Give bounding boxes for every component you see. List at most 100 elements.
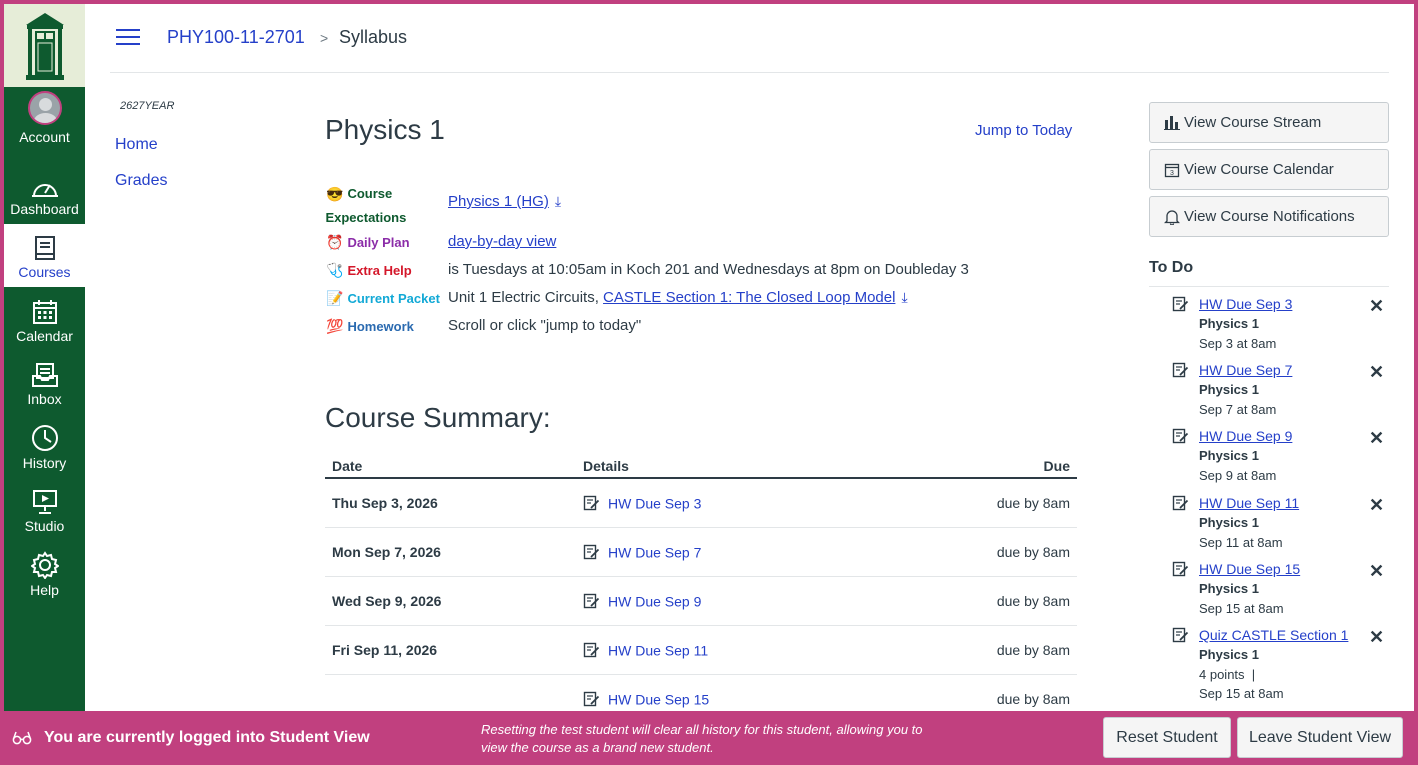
history-icon (31, 425, 58, 451)
nav-dashboard-label: Dashboard (10, 201, 79, 217)
student-view-message: You are currently logged into Student Vi… (44, 729, 370, 746)
calendar-icon (32, 300, 57, 324)
leave-student-view-button[interactable]: Leave Student View (1237, 717, 1403, 758)
table-row: Wed Sep 9, 2026 HW Due Sep 9 due by 8am (325, 576, 1077, 626)
info-value-daily-plan: day-by-day view (448, 233, 556, 250)
todo-course: Physics 1 (1199, 448, 1259, 463)
nav-help[interactable]: Help (4, 542, 85, 605)
table-row: Fri Sep 11, 2026 HW Due Sep 11 due by 8a… (325, 625, 1077, 675)
todo-date: Sep 7 at 8am (1199, 402, 1277, 417)
info-label-extra-help: 🩺 Extra Help (326, 262, 412, 278)
breadcrumb-course[interactable]: PHY100-11-2701 (167, 27, 305, 48)
hamburger-bar (116, 43, 140, 45)
info-value-expectations: Physics 1 (HG) ⤓ (448, 193, 561, 210)
nav-calendar[interactable]: Calendar (4, 288, 85, 351)
dismiss-close-icon[interactable]: ✕ (1369, 628, 1384, 646)
castle-section-link[interactable]: CASTLE Section 1: The Closed Loop Model (603, 289, 895, 306)
door-logo-icon (25, 12, 64, 80)
course-nav-grades[interactable]: Grades (115, 172, 167, 190)
todo-item: HW Due Sep 15 Physics 1 Sep 15 at 8am ✕ (1172, 561, 1389, 627)
view-course-calendar-button[interactable]: 3 View Course Calendar (1149, 149, 1389, 190)
page-header: PHY100-11-2701 > Syllabus (110, 4, 1389, 73)
student-view-bar: You are currently logged into Student Vi… (0, 711, 1418, 765)
assignment-link[interactable]: HW Due Sep 9 (608, 593, 701, 609)
column-header-details: Details (576, 454, 885, 479)
assignment-icon (1172, 495, 1189, 511)
column-header-due: Due (884, 454, 1077, 479)
nav-inbox-label: Inbox (27, 391, 62, 407)
table-row: HW Due Sep 15 due by 8am (325, 674, 1077, 711)
dismiss-close-icon[interactable]: ✕ (1369, 496, 1384, 514)
nav-courses[interactable]: Courses (4, 224, 85, 287)
glasses-icon (12, 731, 32, 745)
assignment-icon (583, 642, 600, 658)
info-label-expectations: 😎 Course Expectations (325, 182, 406, 230)
bell-icon (1164, 209, 1180, 225)
download-icon[interactable]: ⤓ (555, 193, 561, 210)
app-frame: Account Dashboard Courses Calendar Inbox… (4, 4, 1414, 711)
row-due: due by 8am (884, 527, 1077, 577)
nav-studio[interactable]: Studio (4, 478, 85, 541)
column-header-date: Date (325, 454, 576, 479)
assignment-icon (1172, 428, 1189, 444)
info-value-homework: Scroll or click "jump to today" (448, 317, 642, 334)
row-details: HW Due Sep 3 (576, 478, 885, 528)
row-date: Wed Sep 9, 2026 (325, 576, 576, 626)
row-date (325, 674, 576, 711)
assignment-link[interactable]: HW Due Sep 15 (608, 691, 709, 707)
assignment-icon (1172, 296, 1189, 312)
row-due: due by 8am (884, 478, 1077, 528)
todo-course: Physics 1 (1199, 515, 1259, 530)
course-summary-title: Course Summary: (325, 402, 551, 433)
dismiss-close-icon[interactable]: ✕ (1369, 562, 1384, 580)
row-due: due by 8am (884, 625, 1077, 675)
todo-course: Physics 1 (1199, 647, 1259, 662)
assignment-link[interactable]: HW Due Sep 7 (608, 544, 701, 560)
row-date: Thu Sep 3, 2026 (325, 478, 576, 528)
todo-link[interactable]: HW Due Sep 7 (1199, 362, 1292, 378)
reset-student-button[interactable]: Reset Student (1103, 717, 1231, 758)
todo-link[interactable]: HW Due Sep 9 (1199, 428, 1292, 444)
jump-to-today-link[interactable]: Jump to Today (975, 122, 1072, 139)
todo-link[interactable]: HW Due Sep 11 (1199, 495, 1299, 511)
assignment-link[interactable]: HW Due Sep 11 (608, 642, 708, 658)
todo-item: HW Due Sep 3 Physics 1 Sep 3 at 8am ✕ (1172, 296, 1389, 362)
download-icon[interactable]: ⤓ (901, 289, 907, 306)
todo-link[interactable]: HW Due Sep 15 (1199, 561, 1300, 577)
row-details: HW Due Sep 7 (576, 527, 885, 577)
assignment-icon (583, 496, 600, 511)
dismiss-close-icon[interactable]: ✕ (1369, 297, 1384, 315)
row-details: HW Due Sep 11 (576, 625, 885, 675)
row-date: Mon Sep 7, 2026 (325, 527, 576, 577)
table-row: Thu Sep 3, 2026 HW Due Sep 3 due by 8am (325, 478, 1077, 528)
school-logo[interactable] (4, 4, 85, 87)
todo-item: HW Due Sep 11 Physics 1 Sep 11 at 8am ✕ (1172, 495, 1389, 561)
expectations-file-link[interactable]: Physics 1 (HG) (448, 193, 549, 210)
svg-text:3: 3 (1170, 170, 1174, 177)
course-menu-toggle[interactable] (116, 29, 140, 47)
stethoscope-emoji-icon: 🩺 (326, 262, 344, 278)
day-by-day-view-link[interactable]: day-by-day view (448, 233, 556, 250)
todo-item: HW Due Sep 9 Physics 1 Sep 9 at 8am ✕ (1172, 428, 1389, 494)
nav-history-label: History (22, 455, 67, 471)
nav-dashboard[interactable]: Dashboard (4, 161, 85, 224)
avatar (27, 91, 62, 125)
nav-inbox[interactable]: Inbox (4, 351, 85, 414)
calendar-icon: 3 (1164, 163, 1180, 177)
view-course-stream-button[interactable]: View Course Stream (1149, 102, 1389, 143)
view-course-notifications-button[interactable]: View Course Notifications (1149, 196, 1389, 237)
dismiss-close-icon[interactable]: ✕ (1369, 363, 1384, 381)
bar-chart-icon (1164, 115, 1180, 130)
todo-link[interactable]: Quiz CASTLE Section 1 (1199, 627, 1348, 643)
nav-history[interactable]: History (4, 415, 85, 478)
nav-account[interactable]: Account (4, 89, 85, 152)
todo-link[interactable]: HW Due Sep 3 (1199, 296, 1292, 312)
assignment-link[interactable]: HW Due Sep 3 (608, 495, 701, 511)
todo-course: Physics 1 (1199, 316, 1259, 331)
row-date: Fri Sep 11, 2026 (325, 625, 576, 675)
studio-icon (32, 490, 57, 514)
info-value-current-packet: Unit 1 Electric Circuits, CASTLE Section… (448, 289, 908, 306)
quiz-icon (1172, 627, 1189, 643)
dismiss-close-icon[interactable]: ✕ (1369, 429, 1384, 447)
course-nav-home[interactable]: Home (115, 136, 158, 154)
